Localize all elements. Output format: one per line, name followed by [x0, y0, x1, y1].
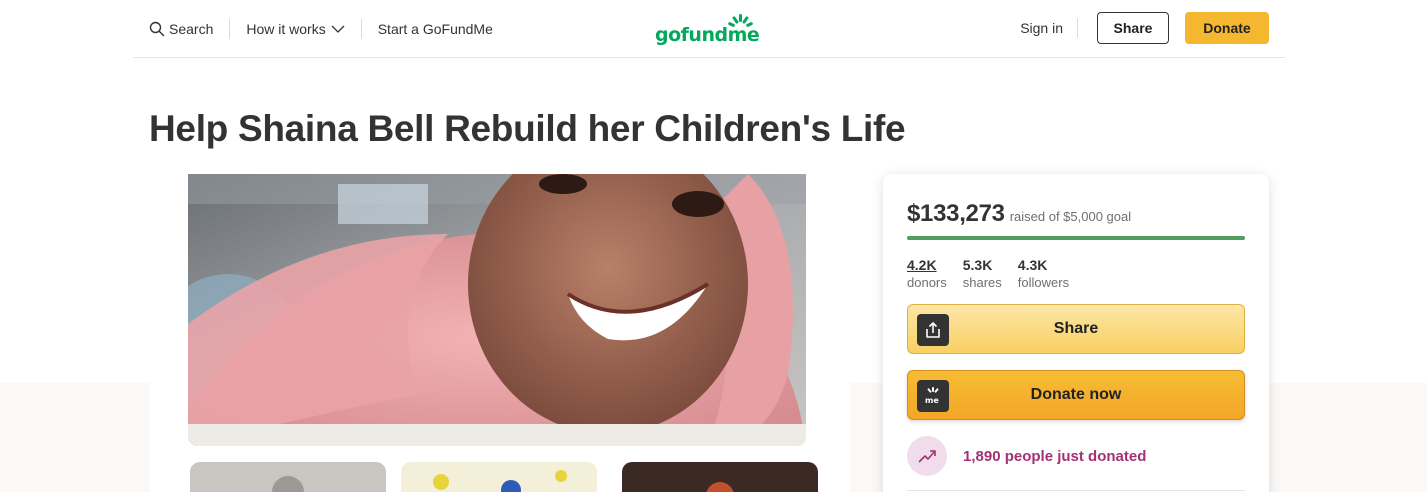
sign-in-link[interactable]: Sign in — [1020, 20, 1063, 36]
svg-text:me: me — [925, 396, 939, 405]
start-gofundme-link[interactable]: Start a GoFundMe — [378, 19, 493, 39]
gallery-thumb[interactable] — [190, 462, 386, 492]
nav-divider — [229, 19, 231, 39]
stat-value: 4.3K — [1017, 257, 1048, 273]
donate-button-top[interactable]: Donate — [1185, 12, 1269, 44]
share-icon — [917, 314, 949, 346]
share-button-top[interactable]: Share — [1097, 12, 1169, 44]
stat-value: 4.2K — [907, 257, 937, 273]
how-it-works-label: How it works — [246, 21, 326, 37]
stat-shares: 5.3K shares — [963, 256, 1002, 291]
campaign-title: Help Shaina Bell Rebuild her Children's … — [149, 108, 906, 149]
share-button[interactable]: Share — [907, 304, 1245, 354]
gofundme-mark-icon: me — [917, 380, 949, 412]
nav-left: Search How it works Start a GoFundMe — [149, 19, 493, 39]
page: Search How it works Start a GoFundMe gof… — [0, 0, 1427, 492]
gallery-thumb[interactable] — [401, 462, 597, 492]
chevron-down-icon — [331, 25, 345, 33]
stat-followers: 4.3K followers — [1018, 256, 1069, 291]
donation-card: $133,273 raised of $5,000 goal 4.2K dono… — [883, 174, 1269, 492]
nav-right: Sign in Share Donate — [1020, 12, 1269, 44]
gofundme-logo[interactable]: gofundme — [655, 10, 765, 48]
thumbnail-image — [190, 462, 386, 492]
start-gofundme-label: Start a GoFundMe — [377, 21, 493, 37]
nav-divider — [1077, 18, 1078, 38]
thumbnail-image — [622, 462, 818, 492]
svg-text:gofundme: gofundme — [655, 24, 759, 46]
stats-row: 4.2K donors 5.3K shares 4.3K followers — [907, 256, 1085, 291]
media-column — [150, 174, 850, 492]
search-link[interactable]: Search — [149, 19, 213, 39]
gallery-thumb[interactable] — [622, 462, 818, 492]
search-label: Search — [169, 21, 214, 37]
stat-donors[interactable]: 4.2K donors — [907, 256, 947, 291]
card-divider — [907, 490, 1245, 491]
share-button-label: Share — [1053, 320, 1099, 337]
stat-label: followers — [1017, 275, 1070, 290]
stat-label: donors — [907, 275, 947, 290]
trending-up-icon — [907, 436, 947, 476]
search-icon — [149, 21, 165, 37]
raised-amount: $133,273 — [907, 200, 1005, 227]
stat-label: shares — [962, 275, 1002, 290]
raised-summary: $133,273 raised of $5,000 goal — [907, 200, 1131, 228]
goal-text: raised of $5,000 goal — [1009, 209, 1132, 224]
donate-now-button[interactable]: me Donate now — [907, 370, 1245, 420]
top-nav: Search How it works Start a GoFundMe gof… — [133, 0, 1285, 58]
thumbnail-image — [401, 462, 597, 492]
progress-bar — [907, 236, 1245, 240]
recent-donations-text: 1,890 people just donated — [963, 447, 1147, 465]
portrait-image — [188, 174, 806, 446]
nav-divider — [360, 19, 362, 39]
donate-now-label: Donate now — [1030, 386, 1122, 403]
recent-donations: 1,890 people just donated — [907, 436, 1146, 476]
how-it-works-menu[interactable]: How it works — [246, 19, 345, 39]
progress-fill — [907, 236, 1245, 240]
campaign-photo[interactable] — [188, 174, 806, 446]
stat-value: 5.3K — [962, 257, 993, 273]
